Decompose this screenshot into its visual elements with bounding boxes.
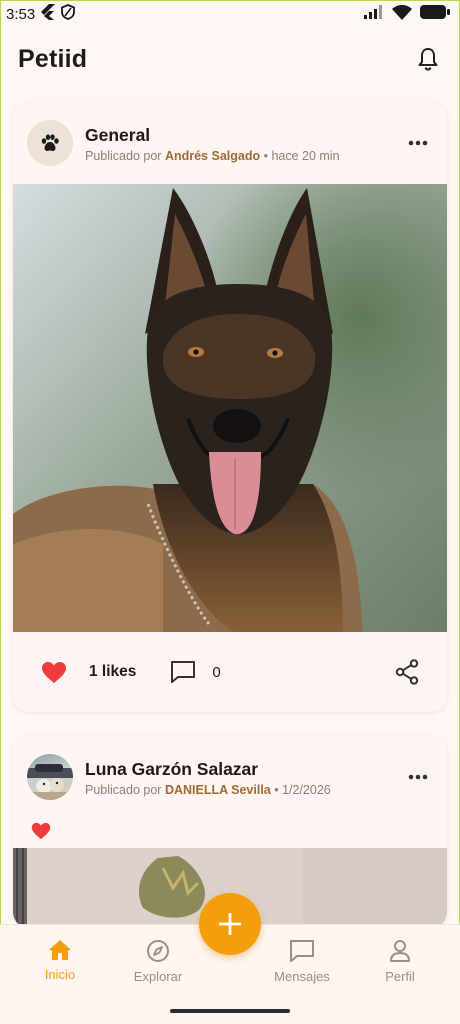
post-actions: 1 likes 0 [13, 632, 447, 712]
nav-item-explorar[interactable]: Explorar [113, 939, 203, 984]
comment-button[interactable] [170, 660, 196, 684]
nav-label: Inicio [44, 967, 76, 982]
flutter-icon [41, 4, 56, 24]
nav-item-mensajes[interactable]: Mensajes [257, 939, 347, 984]
status-time: 3:53 [6, 5, 36, 23]
comments-count: 0 [212, 663, 221, 681]
post-header: General Publicado por Andrés Salgado • h… [13, 102, 447, 184]
user-avatar[interactable] [27, 754, 73, 800]
signal-icon [364, 5, 384, 23]
comment-icon [171, 661, 196, 683]
more-options-button[interactable] [403, 762, 433, 792]
plus-icon [219, 913, 241, 935]
feed: General Publicado por Andrés Salgado • h… [13, 102, 447, 928]
like-button[interactable] [41, 661, 67, 684]
more-horizontal-icon [408, 774, 428, 780]
dog-photo [13, 184, 447, 632]
post-title: General [85, 124, 151, 145]
home-indicator[interactable] [170, 1009, 290, 1013]
post-author[interactable]: DANIELLA Sevilla [165, 783, 271, 797]
nav-item-perfil[interactable]: Perfil [355, 939, 445, 984]
meta-prefix: Publicado por [85, 148, 162, 163]
more-options-button[interactable] [403, 128, 433, 158]
likes-count: 1 likes [89, 663, 137, 680]
battery-icon [420, 5, 450, 23]
home-icon [49, 940, 71, 960]
post-image[interactable] [13, 184, 447, 632]
meta-prefix: Publicado por [85, 782, 162, 797]
post-author[interactable]: Andrés Salgado [165, 149, 260, 163]
post-header: Luna Garzón Salazar Publicado por DANIEL… [13, 736, 447, 818]
post-title: Luna Garzón Salazar [85, 758, 259, 779]
post-avatar[interactable] [27, 120, 73, 166]
app-header: Petiid [0, 36, 460, 82]
nav-label: Perfil [385, 969, 415, 984]
post-meta: Publicado por DANIELLA Sevilla • 1/2/202… [85, 783, 403, 797]
share-icon [395, 659, 419, 685]
paw-icon [41, 134, 59, 151]
meta-time: • 1/2/2026 [274, 782, 331, 797]
heart-icon [31, 822, 51, 840]
app-title: Petiid [18, 44, 88, 73]
create-post-button[interactable] [199, 893, 261, 955]
more-horizontal-icon [408, 140, 428, 146]
share-button[interactable] [395, 659, 419, 685]
heart-icon [42, 661, 66, 683]
post-meta: Publicado por Andrés Salgado • hace 20 m… [85, 149, 403, 163]
wifi-icon [392, 4, 412, 24]
nav-label: Explorar [133, 969, 183, 984]
like-indicator[interactable] [13, 818, 447, 848]
post-card: General Publicado por Andrés Salgado • h… [13, 102, 447, 712]
nav-item-inicio[interactable]: Inicio [15, 939, 105, 982]
bell-icon [418, 48, 438, 71]
person-icon [390, 940, 410, 962]
notifications-button[interactable] [414, 45, 442, 73]
user-photo [27, 764, 73, 800]
compass-icon [147, 940, 169, 962]
shield-icon [61, 4, 76, 24]
status-bar: 3:53 [0, 0, 460, 28]
message-icon [290, 940, 314, 962]
nav-label: Mensajes [274, 969, 330, 984]
meta-time: • hace 20 min [263, 148, 340, 163]
